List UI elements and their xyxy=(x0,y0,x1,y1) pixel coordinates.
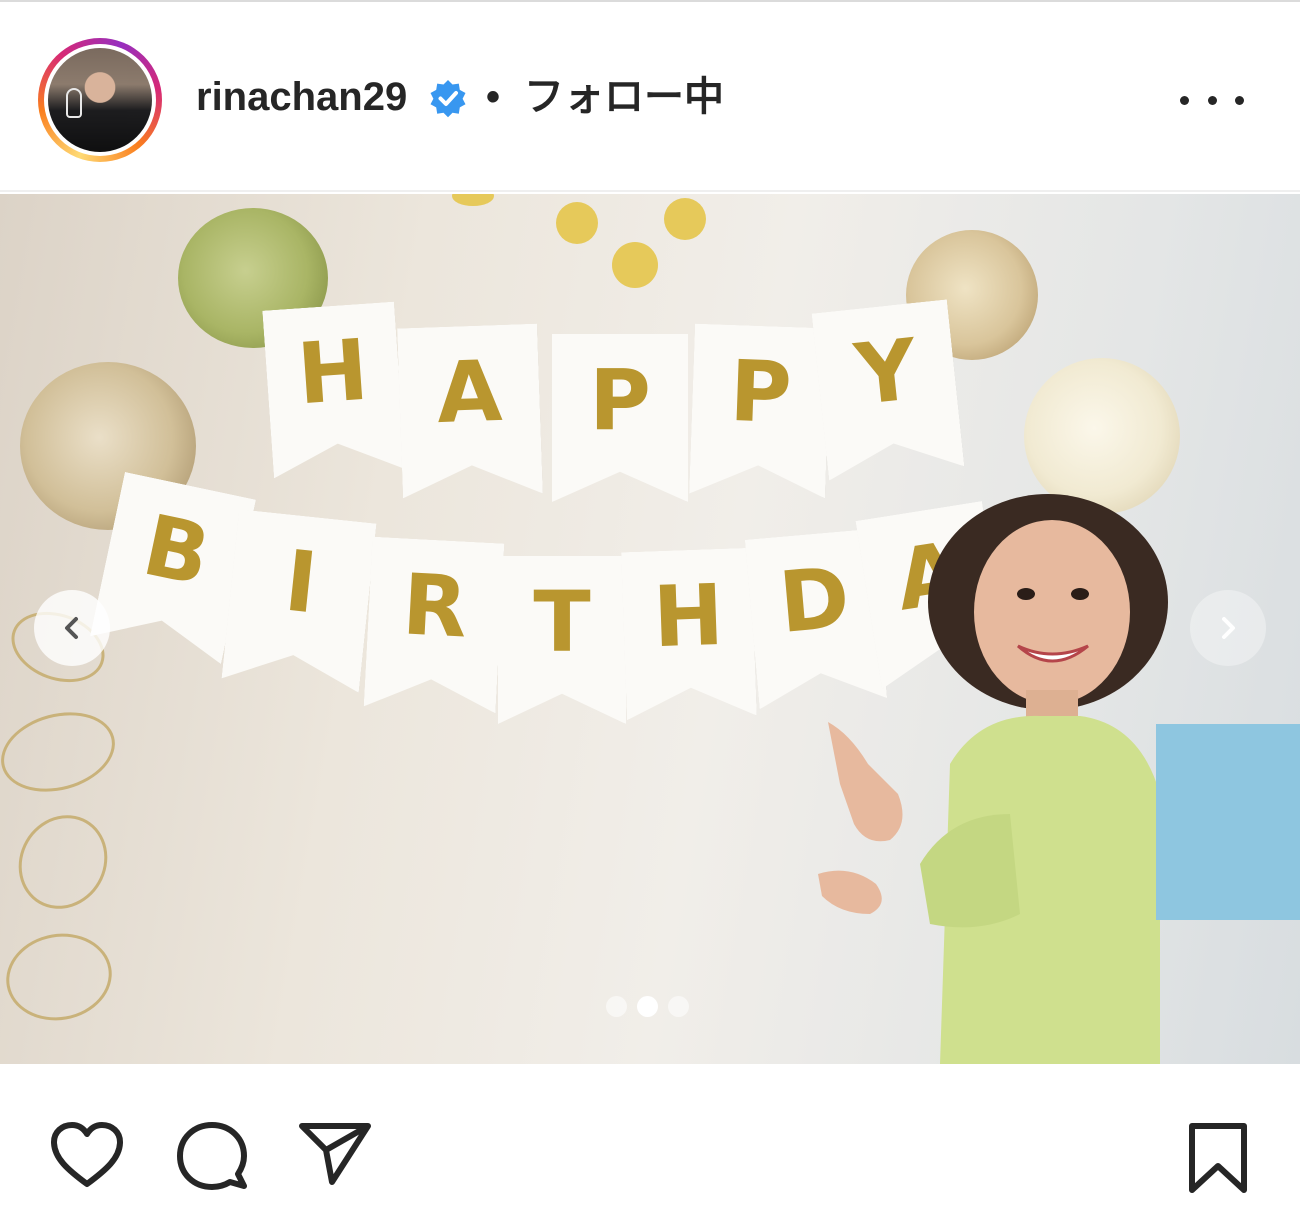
banner-pennant: A xyxy=(397,324,543,499)
banner-pennant: P xyxy=(552,334,688,502)
save-button[interactable] xyxy=(1186,1122,1250,1194)
avatar[interactable] xyxy=(48,48,152,152)
heart-icon[interactable] xyxy=(48,1120,126,1190)
separator-dot: • xyxy=(486,75,501,119)
avatar-gap xyxy=(44,44,156,156)
banner-letter: H xyxy=(294,320,372,424)
post-header: rinachan29 • フォロー中 xyxy=(0,0,1300,192)
pagination-dot xyxy=(606,996,627,1017)
avatar-wineglass xyxy=(66,88,82,118)
confetti-dot xyxy=(612,242,658,288)
action-bar xyxy=(48,1120,372,1192)
bookmark-icon[interactable] xyxy=(1186,1122,1250,1194)
white-pompom xyxy=(1024,358,1180,514)
gold-streamer xyxy=(1,798,125,926)
banner-pennant: T xyxy=(498,556,626,724)
story-ring[interactable] xyxy=(38,38,162,162)
banner-letter: Y xyxy=(850,320,922,425)
banner-letter: I xyxy=(280,531,322,633)
confetti-dot xyxy=(664,198,706,240)
banner-pennant: I xyxy=(221,509,376,692)
gold-streamer xyxy=(0,925,119,1029)
banner-letter: P xyxy=(728,341,794,443)
confetti-dot xyxy=(452,194,494,206)
banner-pennant: R xyxy=(364,537,505,714)
carousel-prev-button[interactable] xyxy=(34,590,110,666)
banner-letter: T xyxy=(533,573,591,671)
more-dot xyxy=(1180,95,1189,105)
pagination-dot xyxy=(668,996,689,1017)
follow-status-button[interactable]: フォロー中 xyxy=(524,72,724,122)
comment-icon[interactable] xyxy=(176,1120,248,1192)
send-icon[interactable] xyxy=(298,1120,372,1186)
banner-pennant: H xyxy=(621,548,757,720)
confetti-dot xyxy=(556,202,598,244)
carousel-pagination xyxy=(606,996,689,1017)
gold-streamer xyxy=(0,700,124,804)
chevron-left-icon xyxy=(65,617,78,639)
banner-letter: B xyxy=(135,495,219,605)
carousel-next-button[interactable] xyxy=(1190,590,1266,666)
banner-pennant: Y xyxy=(812,299,965,480)
chevron-right-icon xyxy=(1222,617,1235,639)
more-dot xyxy=(1235,95,1244,105)
person-figure xyxy=(818,494,1168,1064)
post-photo[interactable]: H A P P Y B I R T H D A xyxy=(0,194,1300,1064)
banner-pennant: P xyxy=(689,324,831,499)
next-highlight xyxy=(1156,724,1300,920)
more-dot xyxy=(1207,95,1217,105)
banner-letter: P xyxy=(589,351,651,449)
username[interactable]: rinachan29 xyxy=(196,72,407,122)
pagination-dot-active xyxy=(637,996,658,1017)
banner-letter: R xyxy=(400,555,470,657)
banner-letter: H xyxy=(651,565,726,667)
banner-letter: A xyxy=(435,341,504,443)
banner-pennant: H xyxy=(262,302,405,479)
more-options-icon[interactable] xyxy=(1180,80,1244,120)
verified-badge-icon xyxy=(430,80,466,118)
